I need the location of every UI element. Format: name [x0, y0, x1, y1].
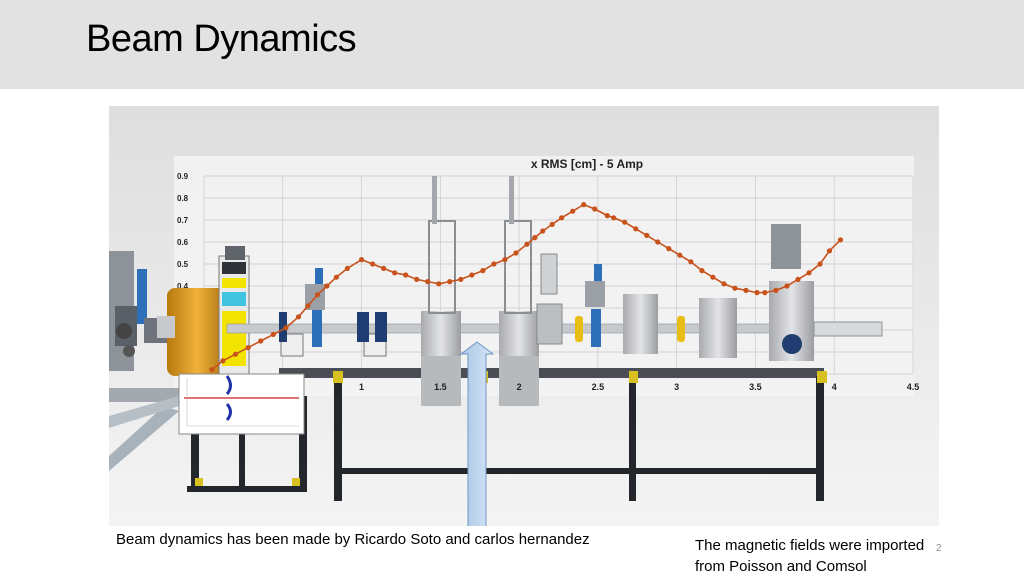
data-point — [762, 290, 768, 296]
data-point — [795, 276, 801, 282]
data-point — [773, 287, 779, 293]
data-point — [570, 208, 576, 214]
data-point — [611, 215, 617, 221]
inset-phase-plot — [178, 373, 305, 435]
x-tick-label: 2.5 — [592, 382, 605, 392]
data-point — [710, 274, 716, 280]
data-point — [644, 232, 650, 238]
data-point — [633, 226, 639, 232]
data-point — [324, 283, 330, 289]
data-point — [209, 367, 215, 373]
data-point — [540, 228, 546, 234]
data-point — [604, 213, 610, 219]
data-point — [381, 265, 387, 271]
data-point — [447, 279, 453, 285]
x-tick-label: 1.5 — [434, 382, 447, 392]
data-point — [369, 261, 376, 267]
data-point — [436, 281, 442, 287]
caption-right-line2: from Poisson and Comsol — [695, 558, 867, 575]
data-point — [721, 281, 727, 287]
beamline-figure: x RMS [cm] - 5 Amp 0.10.20.30.40.50.60.7… — [109, 106, 939, 526]
x-tick-label: 1 — [359, 382, 364, 392]
data-point — [699, 268, 705, 274]
data-point — [305, 303, 311, 309]
data-point — [425, 279, 431, 285]
data-point — [245, 345, 251, 351]
data-point — [469, 272, 475, 278]
page-title: Beam Dynamics — [86, 18, 357, 60]
data-point — [403, 272, 409, 278]
x-tick-label: 3.5 — [749, 382, 762, 392]
caption-left: Beam dynamics has been made by Ricardo S… — [116, 531, 590, 548]
data-point — [220, 358, 226, 364]
chart-title: x RMS [cm] - 5 Amp — [531, 157, 643, 171]
data-point — [677, 252, 683, 258]
data-point — [837, 237, 844, 243]
data-point — [358, 257, 365, 263]
y-tick-label: 0.7 — [177, 216, 189, 225]
x-tick-label: 4 — [832, 382, 837, 392]
data-point — [283, 325, 289, 331]
data-point — [270, 331, 276, 337]
data-point — [826, 248, 833, 254]
data-point — [666, 246, 672, 252]
data-point — [295, 314, 302, 320]
data-point — [754, 290, 760, 296]
x-tick-label: 4.5 — [907, 382, 920, 392]
y-tick-label: 0.8 — [177, 194, 189, 203]
y-tick-label: 0.9 — [177, 172, 189, 181]
data-point — [688, 259, 694, 265]
data-point — [532, 235, 538, 241]
data-point — [502, 257, 508, 263]
data-point — [258, 338, 264, 344]
data-point — [491, 261, 497, 267]
y-tick-label: 0.6 — [177, 238, 189, 247]
data-point — [784, 283, 790, 289]
data-point — [549, 221, 555, 227]
data-point — [732, 285, 738, 291]
caption-right-line1: The magnetic fields were imported — [695, 537, 925, 554]
data-point — [314, 292, 321, 298]
data-point — [392, 270, 398, 276]
data-point — [344, 265, 350, 271]
data-point — [524, 241, 530, 247]
data-point — [581, 202, 587, 208]
data-point — [592, 206, 598, 212]
x-tick-label: 2 — [517, 382, 522, 392]
data-point — [817, 261, 823, 267]
data-point — [414, 276, 420, 282]
data-point — [458, 276, 464, 282]
data-point — [232, 351, 239, 357]
data-point — [513, 250, 519, 256]
data-point — [806, 270, 812, 276]
data-point — [743, 287, 749, 293]
data-point — [655, 239, 661, 245]
y-tick-label: 0.5 — [177, 260, 189, 269]
data-point — [333, 274, 339, 280]
data-point — [480, 268, 486, 274]
data-point — [622, 219, 628, 225]
x-tick-label: 3 — [674, 382, 679, 392]
slide-number: 2 — [936, 543, 942, 554]
caption-right: The magnetic fields were imported from P… — [695, 535, 975, 577]
data-point — [559, 215, 565, 221]
